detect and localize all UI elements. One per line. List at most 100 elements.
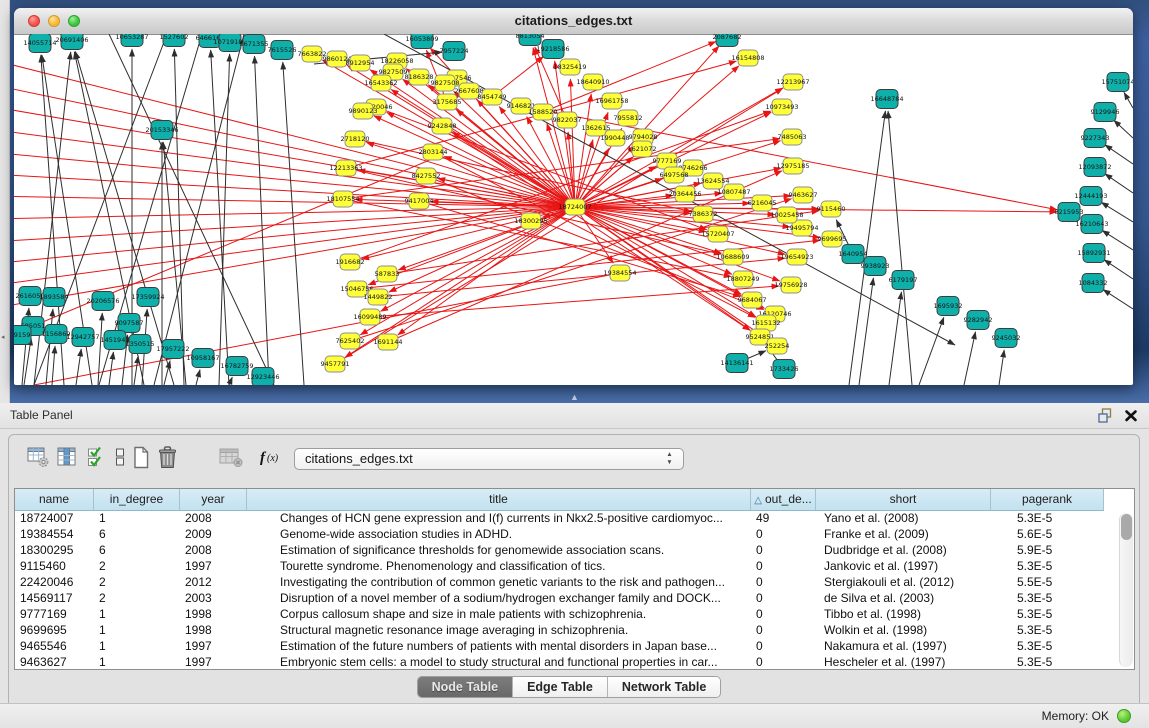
- column-header-short[interactable]: short: [816, 489, 991, 511]
- table-row[interactable]: 977716911998Corpus callosum shape and si…: [15, 607, 1134, 623]
- graph-node-label: 1990448: [601, 134, 630, 142]
- network-window[interactable]: citations_edges.txt 14055714206914061065…: [14, 8, 1133, 385]
- select-rows-icon[interactable]: [87, 446, 105, 473]
- table-row[interactable]: 1830029562008Estimation of significance …: [15, 543, 1134, 559]
- graph-node-label: 1527602: [160, 34, 189, 41]
- column-header-title[interactable]: title: [247, 489, 751, 511]
- table-row[interactable]: 969969511998Structural magnetic resonanc…: [15, 623, 1134, 639]
- table-cell: 5.3E-5: [991, 623, 1104, 639]
- table-cell: 5.3E-5: [991, 559, 1104, 575]
- tab-node-table[interactable]: Node Table: [418, 677, 513, 697]
- table-settings-icon[interactable]: [27, 446, 50, 473]
- table-cell: 9115460: [15, 559, 94, 575]
- table-row[interactable]: 1872400712008Changes of HCN gene express…: [15, 511, 1134, 527]
- graph-node-label: 18640910: [576, 78, 609, 86]
- graph-edge: [164, 361, 170, 385]
- table-column-icon[interactable]: [57, 446, 77, 473]
- table-cell: Hescheler et al. (1997): [816, 655, 991, 670]
- table-cell: 22420046: [15, 575, 94, 591]
- graph-edge: [76, 349, 81, 385]
- graph-node-label: 18724007: [558, 203, 591, 211]
- graph-node-label: 2718120: [341, 135, 370, 143]
- table-source-select[interactable]: citations_edges.txt ▲▼: [294, 448, 684, 470]
- graph-node-label: 16782759: [220, 362, 253, 370]
- table-cell: 1998: [180, 623, 247, 639]
- table-vertical-scrollbar[interactable]: [1119, 513, 1133, 667]
- graph-node-label: 1615132: [752, 319, 781, 327]
- column-header-pagerank[interactable]: pagerank: [991, 489, 1104, 511]
- graph-node-label: 18300295: [514, 217, 547, 225]
- graph-edge: [134, 356, 138, 385]
- graph-edge: [14, 154, 444, 334]
- tab-network-table[interactable]: Network Table: [608, 677, 721, 697]
- graph-node-label: 2087682: [713, 34, 742, 41]
- network-window-title: citations_edges.txt: [14, 8, 1133, 34]
- table-cell: Disruption of a novel member of a sodium…: [247, 591, 751, 607]
- table-cell: 1997: [180, 559, 247, 575]
- graph-node-label: 1695932: [934, 302, 963, 310]
- table-cell: 1997: [180, 639, 247, 655]
- close-icon[interactable]: [1124, 408, 1138, 423]
- graph-node-label: 1621072: [628, 145, 657, 153]
- graph-edge: [1105, 145, 1133, 164]
- table-cell: 0: [751, 591, 816, 607]
- table-cell: 1: [94, 623, 180, 639]
- table-tabs: Node TableEdge TableNetwork Table: [9, 676, 1129, 698]
- graph-node-label: 7615526: [268, 46, 297, 54]
- memory-status-indicator-icon[interactable]: [1117, 709, 1131, 723]
- graph-node-label: 9245032: [992, 334, 1021, 342]
- graph-node-label: 16053809: [405, 35, 438, 43]
- table-cell: 0: [751, 623, 816, 639]
- graph-node-label: 16154808: [731, 54, 764, 62]
- table-panel: Table Panel citations_edges.txt ▲▼ f(x) …: [0, 403, 1149, 703]
- table-row[interactable]: 946554611997Estimation of the future num…: [15, 639, 1134, 655]
- table-cell: 2: [94, 559, 180, 575]
- table-cell: 5.3E-5: [991, 607, 1104, 623]
- table-cell: 1: [94, 655, 180, 670]
- column-header-out-de-[interactable]: △out_de...: [751, 489, 816, 511]
- scrollbar-thumb[interactable]: [1121, 514, 1132, 540]
- combo-stepper-icon[interactable]: ▲▼: [665, 451, 674, 467]
- float-window-icon[interactable]: [1098, 408, 1114, 423]
- column-header-year[interactable]: year: [180, 489, 247, 511]
- graph-node-label: 1893584: [40, 293, 69, 301]
- graph-node-label: 10807487: [717, 188, 750, 196]
- delete-icon[interactable]: [157, 446, 178, 474]
- table-cell: 9699695: [15, 623, 94, 639]
- table-row[interactable]: 946362711997Embryonic stem cells: a mode…: [15, 655, 1134, 670]
- table-cell: Estimation of significance thresholds fo…: [247, 543, 751, 559]
- table-cell: 2003: [180, 591, 247, 607]
- column-header-in-degree[interactable]: in_degree: [94, 489, 180, 511]
- graph-node-label: 9822037: [553, 116, 582, 124]
- table-cell: 18724007: [15, 511, 94, 527]
- table-cell: 0: [751, 527, 816, 543]
- table-cell: 5.9E-5: [991, 543, 1104, 559]
- graph-edge: [14, 59, 575, 207]
- left-splitter-strip[interactable]: ◂: [0, 0, 10, 403]
- graph-node-label: 9097587: [115, 319, 144, 327]
- import-table-icon[interactable]: [219, 446, 244, 473]
- graph-node-label: 13624554: [696, 177, 729, 185]
- split-divider-handle[interactable]: ▲: [570, 392, 579, 402]
- new-file-icon[interactable]: [132, 446, 150, 474]
- network-graph-canvas[interactable]: 1405571420691406106532871527602646616110…: [14, 34, 1133, 385]
- table-cell: Structural magnetic resonance image aver…: [247, 623, 751, 639]
- tab-edge-table[interactable]: Edge Table: [513, 677, 608, 697]
- table-row[interactable]: 911546021997Tourette syndrome. Phenomeno…: [15, 559, 1134, 575]
- table-cell: 1: [94, 607, 180, 623]
- splitter-collapse-handle[interactable]: ◂: [1, 334, 7, 342]
- graph-node-label: 8912954: [346, 59, 375, 67]
- table-cell: 9777169: [15, 607, 94, 623]
- row-height-icon[interactable]: [114, 446, 126, 473]
- graph-edge: [1114, 120, 1133, 138]
- network-window-titlebar: citations_edges.txt: [14, 8, 1133, 35]
- graph-node-label: 17957222: [156, 345, 189, 353]
- table-row[interactable]: 2242004622012Investigating the contribut…: [15, 575, 1134, 591]
- column-header-name[interactable]: name: [15, 489, 94, 511]
- graph-node-label: 6179197: [889, 276, 918, 284]
- table-row[interactable]: 1938455462009Genome-wide association stu…: [15, 527, 1134, 543]
- function-builder-icon[interactable]: f(x): [259, 446, 285, 473]
- table-row[interactable]: 1456911722003Disruption of a novel membe…: [15, 591, 1134, 607]
- sort-ascending-icon: △: [754, 495, 762, 506]
- graph-node-label: 9463627: [789, 191, 818, 199]
